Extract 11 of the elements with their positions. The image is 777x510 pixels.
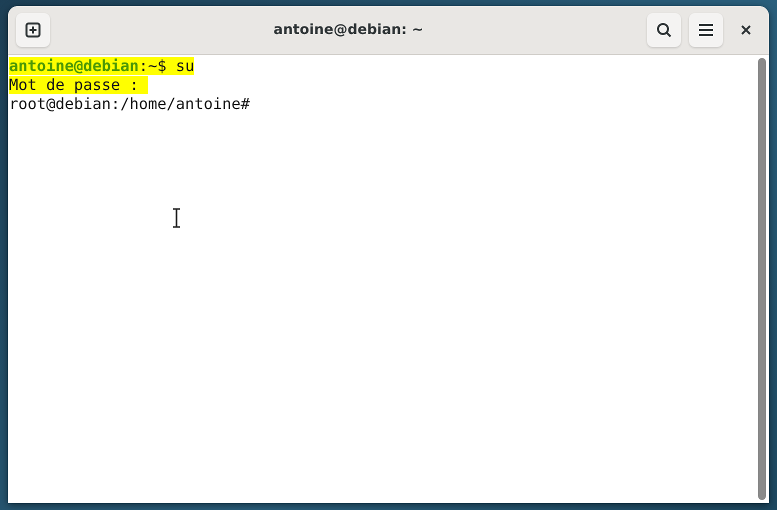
menu-button[interactable] [689, 13, 723, 47]
plus-square-icon [25, 22, 41, 38]
menu-icon [698, 23, 714, 37]
text-cursor-icon [172, 208, 181, 228]
new-tab-button[interactable] [16, 13, 50, 47]
window-title: antoine@debian: ~ [272, 22, 424, 38]
scrollbar-thumb[interactable] [758, 58, 766, 500]
search-icon [656, 22, 672, 38]
search-button[interactable] [647, 13, 681, 47]
close-icon [741, 25, 751, 35]
terminal-line: root@debian:/home/antoine# [9, 95, 250, 113]
